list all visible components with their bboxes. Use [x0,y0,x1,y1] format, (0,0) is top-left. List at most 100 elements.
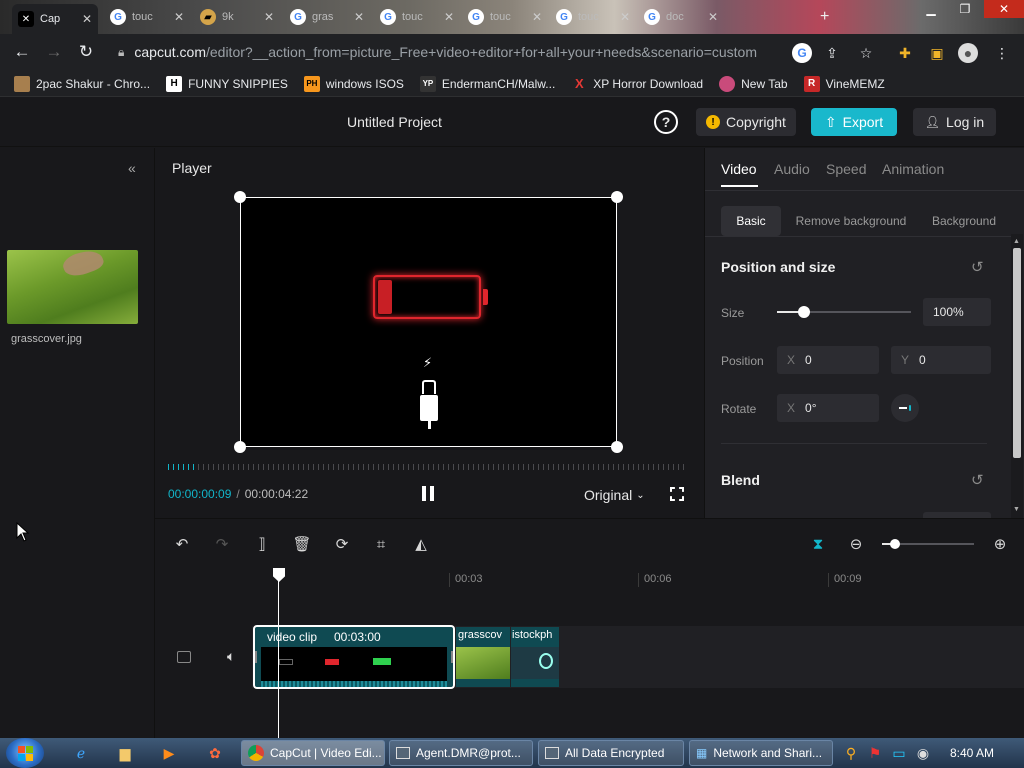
tab-google-3[interactable]: G touc ✕ [374,4,460,30]
scrollbar-thumb[interactable] [1013,248,1021,458]
window-minimize-button[interactable]: ▁ [916,0,946,18]
resize-handle-tl[interactable] [234,191,246,203]
help-button[interactable]: ? [654,110,678,134]
size-slider-knob[interactable] [797,306,810,318]
scrub-ticks[interactable] [168,464,685,470]
taskbar-all-data-encrypted[interactable]: All Data Encrypted [538,740,684,766]
playhead-handle[interactable] [273,568,285,582]
tab-google-6[interactable]: G doc ✕ [638,4,724,30]
profile-avatar[interactable]: ● [958,43,978,63]
tab-google-1[interactable]: G touc ✕ [104,4,190,30]
track-cover-icon[interactable] [177,651,191,663]
taskbar-capcut[interactable]: CapCut | Video Edi... [241,740,385,766]
reload-button[interactable]: ↻ [70,36,102,68]
crop-icon[interactable]: ⌗ [370,533,392,555]
snap-icon[interactable]: ⧗ [807,533,829,555]
scrollbar[interactable]: ▲ ▼ [1011,234,1023,518]
internet-explorer-icon[interactable]: ℯ [70,743,92,763]
clip-grasscover[interactable]: grasscov [456,627,510,687]
start-button[interactable] [6,738,44,768]
paint-icon[interactable]: ✿ [204,743,226,763]
zoom-slider-knob[interactable] [890,539,900,549]
delete-icon[interactable]: 🗑︎ [291,533,313,555]
zoom-in-icon[interactable]: ⊕ [989,533,1011,555]
clip-trim-left[interactable] [255,651,259,663]
tab-google-5[interactable]: G touc ✕ [550,4,636,30]
search-tray-icon[interactable]: ⚲ [840,743,862,763]
undo-icon[interactable]: ↶ [171,533,193,555]
forward-button[interactable]: → [38,36,70,68]
new-tab-button[interactable]: + [814,4,838,30]
url-input[interactable]: 🔒︎ capcut.com/editor?__action_from=pictu… [108,38,888,66]
clip-istock[interactable]: istockph [511,627,559,687]
bookmark-xp-horror[interactable]: X XP Horror Download [571,76,703,92]
tab-google-4[interactable]: G touc ✕ [462,4,548,30]
rotate-dial[interactable] [891,394,919,422]
rotate-input[interactable]: X 0° [777,394,879,422]
google-lens-icon[interactable]: G [792,43,812,63]
mirror-icon[interactable]: ◭ [410,533,432,555]
clock[interactable]: 8:40 AM [950,746,994,760]
close-icon[interactable]: ✕ [82,12,92,26]
close-icon[interactable]: ✕ [532,10,542,24]
monitor-tray-icon[interactable]: ▭ [888,743,910,763]
tab-folder[interactable]: ▰ 9k ✕ [194,4,280,30]
bookmark-vinememz[interactable]: R VineMEMZ [803,75,885,92]
sidebar-icon[interactable]: ▣ [927,43,947,63]
video-clip-selected[interactable]: video clip 00:03:00 [253,625,455,689]
copyright-button[interactable]: ! Copyright [696,108,796,136]
resize-handle-br[interactable] [611,441,623,453]
pause-button[interactable] [422,486,436,502]
split-icon[interactable]: ⟧ [251,533,273,555]
position-y-input[interactable]: Y 0 [891,346,991,374]
reset-icon[interactable]: ↺ [971,258,984,276]
menu-kebab-icon[interactable]: ⋮ [992,43,1012,63]
ratio-dropdown[interactable]: Original ⌄ [584,487,645,503]
export-button[interactable]: ⇧ Export [811,108,897,136]
close-icon[interactable]: ✕ [444,10,454,24]
flag-tray-icon[interactable]: ⚑ [864,743,886,763]
collapse-icon[interactable]: « [128,160,136,176]
subtab-remove-background[interactable]: Remove background [789,206,913,236]
bookmark-2pac[interactable]: 2pac Shakur - Chro... [14,75,150,92]
redo-icon[interactable]: ↷ [211,533,233,555]
clip-trim-right[interactable] [449,651,453,663]
video-canvas[interactable]: ⚡︎ [240,197,617,447]
tab-animation[interactable]: Animation [882,161,944,177]
bookmark-windows-isos[interactable]: PH windows ISOS [303,75,404,92]
tab-google-2[interactable]: G gras ✕ [284,4,370,30]
bookmark-new-tab[interactable]: New Tab [719,75,788,92]
tab-capcut[interactable]: ✕ Cap ✕ [12,4,98,34]
size-input[interactable]: 100% [923,298,991,326]
login-button[interactable]: 👤︎ Log in [913,108,996,136]
playhead-line[interactable] [278,580,279,738]
subtab-basic[interactable]: Basic [721,206,781,236]
resize-handle-tr[interactable] [611,191,623,203]
resize-handle-bl[interactable] [234,441,246,453]
taskbar-network-sharing[interactable]: ▦ Network and Shari... [689,740,833,766]
back-button[interactable]: ← [6,36,38,68]
tab-video[interactable]: Video [721,161,757,177]
fullscreen-icon[interactable] [670,487,684,501]
media-thumbnail-grass[interactable] [7,245,138,324]
bookmark-funny-snippies[interactable]: H FUNNY SNIPPIES [166,75,288,92]
media-player-icon[interactable]: ▶ [158,743,180,763]
bookmark-endermanch[interactable]: YP EndermanCH/Malw... [419,75,555,92]
zoom-out-icon[interactable]: ⊖ [845,533,867,555]
position-x-input[interactable]: X 0 [777,346,879,374]
scroll-down-icon[interactable]: ▼ [1013,506,1020,513]
close-icon[interactable]: ✕ [174,10,184,24]
loop-play-icon[interactable]: ⟳ [331,533,353,555]
size-slider[interactable] [777,306,911,318]
tab-audio[interactable]: Audio [774,161,810,177]
subtab-background[interactable]: Background [923,206,1005,236]
reset-icon[interactable]: ↺ [971,471,984,489]
close-icon[interactable]: ✕ [620,10,630,24]
extensions-icon[interactable]: ✚ [895,43,915,63]
close-icon[interactable]: ✕ [354,10,364,24]
close-icon[interactable]: ✕ [708,10,718,24]
volume-tray-icon[interactable]: ◉ [912,743,934,763]
speaker-icon[interactable]: 🔈︎ [227,648,235,665]
close-icon[interactable]: ✕ [264,10,274,24]
scroll-up-icon[interactable]: ▲ [1013,238,1020,245]
